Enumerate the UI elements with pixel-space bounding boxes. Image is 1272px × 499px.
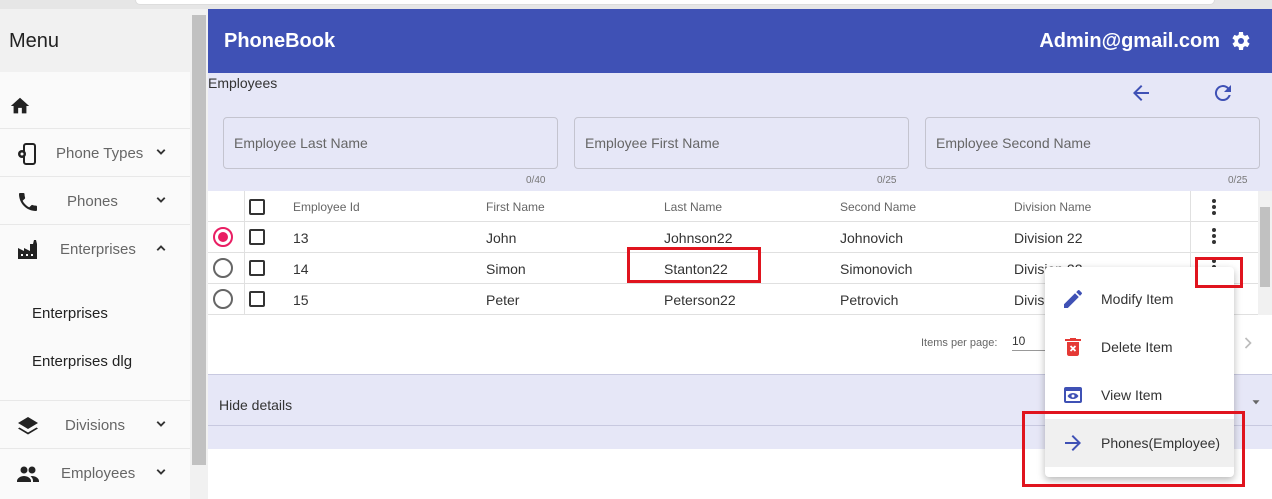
select-all-checkbox[interactable]: [249, 199, 265, 215]
menu-item-delete[interactable]: Delete Item: [1045, 323, 1234, 371]
browser-top-strip: [0, 0, 1272, 9]
sidebar-item-label: Divisions: [65, 417, 126, 434]
table-scrollbar[interactable]: [1258, 191, 1272, 315]
phone-icon: [19, 193, 37, 211]
table-scrollbar-thumb[interactable]: [1260, 207, 1270, 287]
menu-item-label: Delete Item: [1101, 339, 1173, 355]
gear-icon[interactable]: [1228, 29, 1252, 53]
cell-second-name: Simonovich: [840, 261, 913, 277]
sidebar-header: Menu: [0, 9, 190, 72]
sidebar-item-phones[interactable]: Phones: [0, 176, 190, 224]
details-label: Hide details: [219, 397, 293, 413]
highlight-box-row-menu: [1195, 257, 1243, 288]
cell-second-name: Johnovich: [840, 230, 904, 246]
layers-icon: [18, 417, 38, 435]
row-checkbox[interactable]: [249, 291, 265, 307]
header-employee-id[interactable]: Employee Id: [293, 200, 360, 214]
phone-settings-icon: [18, 143, 36, 165]
panel-caption: Employees: [208, 75, 278, 91]
table-header-row: Employee Id First Name Last Name Second …: [208, 191, 1258, 222]
sidebar-item-enterprises[interactable]: Enterprises: [0, 224, 190, 272]
sidebar-item-label: Enterprises: [60, 241, 136, 258]
chevron-down-icon: [156, 197, 166, 203]
field-placeholder: Employee Second Name: [936, 135, 1091, 151]
items-per-page-label: Items per page:: [921, 337, 998, 349]
cell-first-name: Peter: [486, 292, 520, 308]
sidebar-subitem-enterprises-dlg[interactable]: Enterprises dlg: [32, 353, 132, 370]
app-title: PhoneBook: [224, 30, 336, 52]
cell-second-name: Petrovich: [840, 292, 899, 308]
cell-employee-id: 13: [293, 230, 309, 246]
sidebar-home[interactable]: [0, 87, 190, 127]
header-division-name[interactable]: Division Name: [1014, 200, 1091, 214]
header-first-name[interactable]: First Name: [486, 200, 545, 214]
row-more-icon[interactable]: [1209, 226, 1219, 246]
app-bar: PhoneBook Admin@gmail.com: [208, 9, 1272, 73]
menu-item-label: View Item: [1101, 387, 1163, 403]
first-name-filter-input[interactable]: Employee First Name: [574, 117, 909, 169]
factory-icon: [18, 240, 37, 259]
chevron-up-icon: [156, 245, 166, 251]
cell-employee-id: 14: [293, 261, 309, 277]
chevron-down-icon: [156, 149, 166, 155]
char-counter: 0/25: [1228, 175, 1248, 186]
sidebar: Menu Phone Types Phones Enterprises Ente…: [0, 9, 190, 499]
header-more-icon[interactable]: [1209, 197, 1219, 217]
chevron-down-icon: [156, 421, 166, 427]
highlight-box-phones-employee: [1022, 411, 1245, 487]
sidebar-item-label: Phones: [67, 193, 118, 210]
refresh-icon[interactable]: [1211, 81, 1235, 105]
sidebar-item-label: Employees: [61, 465, 136, 482]
last-name-filter-input[interactable]: Employee Last Name: [223, 117, 558, 169]
cell-first-name: Simon: [486, 261, 526, 277]
row-checkbox[interactable]: [249, 229, 265, 245]
sidebar-item-label: Phone Types: [56, 145, 144, 162]
home-icon: [10, 97, 30, 114]
char-counter: 0/25: [877, 175, 897, 186]
sidebar-title: Menu: [9, 30, 60, 52]
sidebar-scrollbar-thumb[interactable]: [192, 15, 206, 465]
row-radio-selected[interactable]: [213, 227, 233, 247]
sidebar-item-divisions[interactable]: Divisions: [0, 400, 190, 448]
row-radio[interactable]: [213, 289, 233, 309]
sidebar-item-employees[interactable]: Employees: [0, 448, 190, 496]
sidebar-scrollbar[interactable]: [190, 9, 208, 499]
menu-item-label: Modify Item: [1101, 291, 1174, 307]
filter-panel: Employees Employee Last Name Employee Fi…: [208, 73, 1272, 191]
chevron-right-icon[interactable]: [1238, 333, 1258, 353]
cell-employee-id: 15: [293, 292, 309, 308]
row-radio[interactable]: [213, 258, 233, 278]
field-placeholder: Employee First Name: [585, 135, 720, 151]
header-second-name[interactable]: Second Name: [840, 200, 916, 214]
sidebar-item-phone-types[interactable]: Phone Types: [0, 128, 190, 176]
eye-icon: [1064, 387, 1082, 403]
browser-address-bar: [135, 0, 1215, 5]
trash-icon: [1065, 338, 1081, 356]
cell-last-name: Johnson22: [664, 230, 733, 246]
highlight-box-last-name: [627, 247, 761, 283]
row-checkbox[interactable]: [249, 260, 265, 276]
caret-down-icon[interactable]: [1249, 395, 1263, 409]
chevron-down-icon: [156, 469, 166, 475]
sidebar-subitem-enterprises[interactable]: Enterprises: [32, 305, 108, 322]
cell-first-name: John: [486, 230, 517, 246]
second-name-filter-input[interactable]: Employee Second Name: [925, 117, 1260, 169]
cell-division-name: Division 22: [1014, 230, 1083, 246]
back-arrow-icon[interactable]: [1129, 81, 1153, 105]
field-placeholder: Employee Last Name: [234, 135, 368, 151]
cell-last-name: Peterson22: [664, 292, 736, 308]
people-icon: [17, 466, 39, 482]
pencil-icon: [1064, 290, 1082, 308]
char-counter: 0/40: [526, 175, 546, 186]
user-email[interactable]: Admin@gmail.com: [1039, 30, 1220, 53]
header-last-name[interactable]: Last Name: [664, 200, 722, 214]
